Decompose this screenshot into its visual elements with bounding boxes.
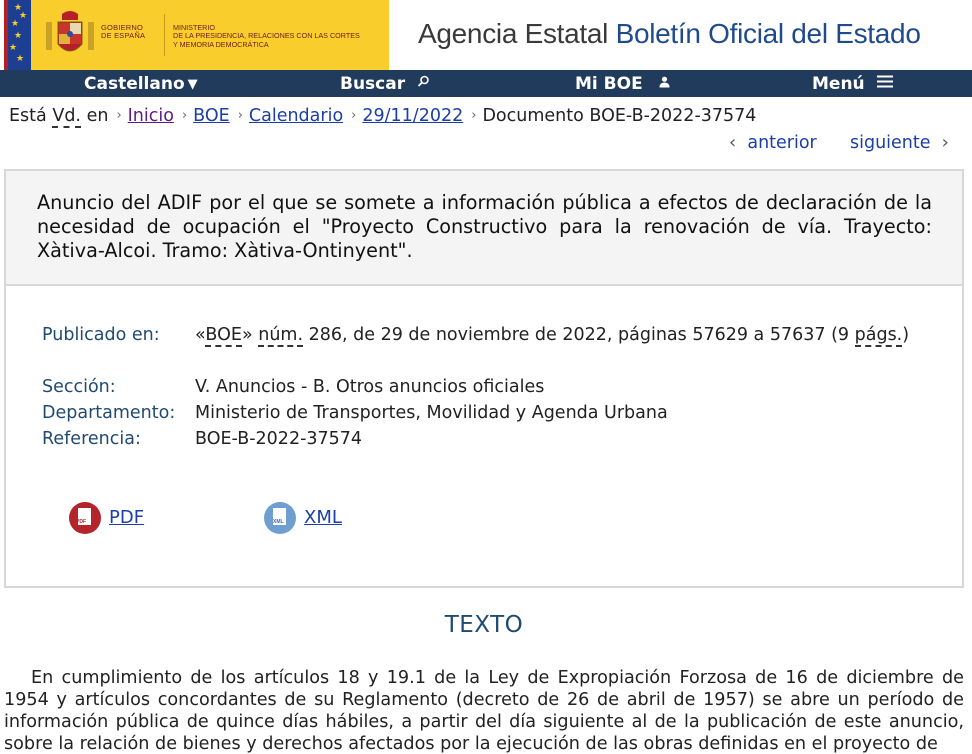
government-of-spain-label: GOBIERNO DE ESPAÑA [101,23,146,40]
caret-down-icon: ▼ [187,77,198,92]
my-boe-button[interactable]: Mi BOE [575,70,670,97]
xml-link[interactable]: XML [304,507,342,528]
agency-logo-text[interactable]: Agencia Estatal Boletín Oficial del Esta… [418,18,921,50]
reference-label: Referencia: [42,429,141,449]
document-metadata: Publicado en: «BOE» núm. 286, de 29 de n… [4,286,964,588]
breadcrumb-link-boe[interactable]: BOE [193,106,230,126]
previous-label: anterior [747,133,817,153]
next-link[interactable]: siguiente › [850,132,949,153]
my-boe-label: Mi BOE [575,74,643,94]
department-label: Departamento: [42,403,176,423]
department-value: Ministerio de Transportes, Movilidad y A… [195,403,668,423]
breadcrumb-link-date[interactable]: 29/11/2022 [362,106,463,126]
pdf-download[interactable]: PDF PDF [69,502,144,534]
search-button[interactable]: Buscar [340,70,430,97]
chevron-right-icon: › [237,108,243,123]
agency-prefix: Agencia Estatal [418,18,609,49]
banner-divider [164,14,165,56]
language-label: Castellano [84,74,185,94]
document-title-box: Anuncio del ADIF por el que se somete a … [4,169,964,286]
breadcrumb-prefix: Está [9,106,47,126]
hamburger-icon [876,71,893,99]
language-selector[interactable]: Castellano ▼ [84,70,198,97]
published-label: Publicado en: [42,325,160,345]
texto-paragraph: En cumplimiento de los artículos 18 y 19… [4,668,964,754]
search-label: Buscar [340,74,406,94]
boe-abbr: BOE [205,325,242,347]
chevron-right-icon: › [471,108,477,123]
xml-download[interactable]: XML XML [264,502,342,534]
chevron-left-icon: ‹ [729,132,737,153]
menu-button[interactable]: Menú [812,70,893,97]
next-label: siguiente [850,133,931,153]
main-nav: Castellano ▼ Buscar Mi BOE Menú [0,70,972,97]
breadcrumb-current: Documento BOE-B-2022-37574 [482,106,757,126]
section-label: Sección: [42,377,116,397]
ministry-label: MINISTERIO DE LA PRESIDENCIA, RELACIONES… [173,23,360,49]
num-abbr: núm. [258,325,304,347]
texto-heading: TEXTO [444,612,524,638]
pags-abbr: págs. [854,325,903,347]
breadcrumb-link-calendario[interactable]: Calendario [249,106,343,126]
reference-value: BOE-B-2022-37574 [195,429,363,449]
chevron-right-icon: › [181,108,188,123]
chevron-right-icon: › [941,132,949,153]
published-value: «BOE» núm. 286, de 29 de noviembre de 20… [195,325,910,347]
breadcrumb: Está Vd. en › Inicio › BOE › Calendario › 29/11/… [9,106,757,128]
pdf-icon: PDF [69,502,101,534]
previous-link[interactable]: ‹ anterior [729,132,817,153]
search-icon [417,71,430,99]
government-banner[interactable]: ★ ★ ★ ★ ★ ★ GOBIERNO DE ESPAÑA MINISTERI… [4,0,389,70]
eu-flag-icon: ★ ★ ★ ★ ★ ★ [4,0,31,70]
breadcrumb-en: en [86,106,109,126]
agency-name: Boletín Oficial del Estado [615,18,921,49]
document-title: Anuncio del ADIF por el que se somete a … [37,191,932,262]
coat-of-arms-icon [46,11,94,52]
user-icon [659,71,670,99]
chevron-right-icon: › [116,108,122,123]
menu-label: Menú [812,74,865,94]
breadcrumb-link-inicio[interactable]: Inicio [128,106,174,126]
xml-icon: XML [264,502,296,534]
chevron-right-icon: › [351,108,357,123]
site-header: ★ ★ ★ ★ ★ ★ GOBIERNO DE ESPAÑA MINISTERI… [0,0,972,70]
section-value: V. Anuncios - B. Otros anuncios oficiale… [195,377,545,397]
pdf-link[interactable]: PDF [109,507,144,528]
breadcrumb-vd-abbr: Vd. [52,106,81,128]
